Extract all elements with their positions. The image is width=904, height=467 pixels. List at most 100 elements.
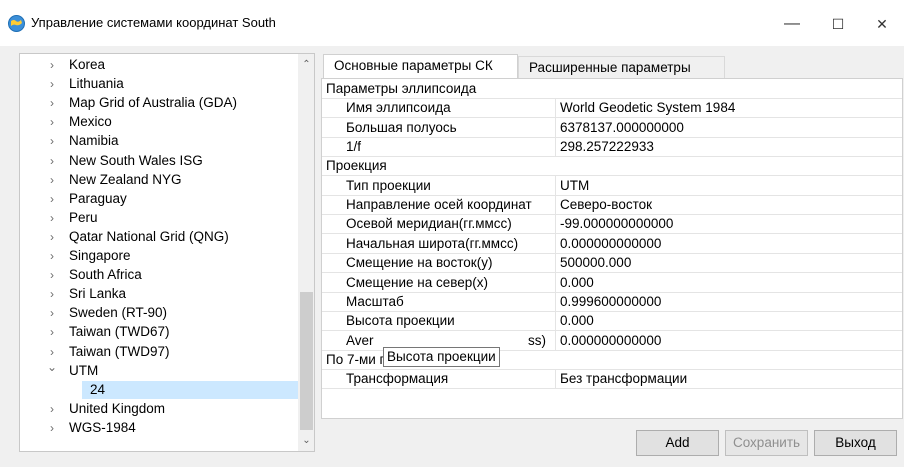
property-row[interactable]: Высота проекции 0.000	[322, 311, 902, 332]
property-row[interactable]: Трансформация Без трансформации	[322, 369, 902, 390]
tree-scrollbar[interactable]: ⌃ ⌄	[298, 54, 314, 451]
property-name: Имя эллипсоида	[346, 100, 451, 116]
tree-item-label: Sweden (RT-90)	[69, 305, 168, 321]
tree-item-label: Taiwan (TWD67)	[69, 324, 170, 340]
chevron-right-icon[interactable]: ›	[46, 209, 58, 227]
property-value[interactable]: Северо-восток	[555, 195, 652, 215]
maximize-button[interactable]: ☐	[818, 10, 858, 38]
property-value[interactable]: 0.000	[555, 272, 594, 292]
property-value[interactable]: 0.000	[555, 311, 594, 331]
chevron-right-icon[interactable]: ›	[46, 56, 58, 74]
tree-item[interactable]: › WGS-1984	[20, 419, 298, 437]
chevron-right-icon[interactable]: ›	[46, 228, 58, 246]
tree-item-label: UTM	[69, 362, 99, 378]
property-row[interactable]: Большая полуось 6378137.000000000	[322, 117, 902, 138]
tree-item[interactable]: › Singapore	[20, 247, 298, 265]
property-grid: Параметры эллипсоида Имя эллипсоида World …	[321, 78, 903, 419]
tree-item-label: Sri Lanka	[69, 286, 127, 302]
window-client-area: › Korea › Lithuania › Map Grid of Australia (…	[0, 46, 904, 467]
tree-item-label: New Zealand NYG	[69, 171, 182, 187]
coordinate-system-tree[interactable]: › Korea › Lithuania › Map Grid of Australia (…	[19, 53, 315, 452]
property-value[interactable]: 500000.000	[555, 253, 631, 273]
property-name: Большая полуось	[346, 119, 457, 135]
scroll-thumb[interactable]	[300, 292, 313, 430]
tree-item[interactable]: › Mexico	[20, 113, 298, 131]
tree-item[interactable]: › Paraguay	[20, 190, 298, 208]
tab-basic-params[interactable]: Основные параметры СК	[323, 54, 518, 78]
property-value[interactable]: 0.000000000000	[555, 233, 661, 253]
tree-item[interactable]: › Sweden (RT-90)	[20, 304, 298, 322]
property-value[interactable]: 0.999600000000	[555, 291, 661, 311]
tree-item[interactable]: › Taiwan (TWD67)	[20, 323, 298, 341]
property-row[interactable]: Смещение на восток(у) 500000.000	[322, 253, 902, 274]
tree-item-label: Namibia	[69, 133, 119, 149]
property-row[interactable]: Имя эллипсоида World Geodetic System 1984	[322, 98, 902, 119]
tree-item-label: United Kingdom	[69, 400, 166, 416]
tree-item[interactable]: › Lithuania	[20, 75, 298, 93]
tree-item[interactable]: › Qatar National Grid (QNG)	[20, 228, 298, 246]
property-value[interactable]: UTM	[555, 175, 589, 195]
chevron-right-icon[interactable]: ›	[46, 152, 58, 170]
tree-item[interactable]: ⌄ UTM	[20, 360, 298, 380]
chevron-down-icon[interactable]: ⌄	[46, 358, 58, 376]
add-button[interactable]: Add	[636, 430, 719, 456]
property-value[interactable]: -99.000000000000	[555, 214, 673, 234]
property-row[interactable]: Осевой меридиан(гг.ммсс) -99.000000000000	[322, 214, 902, 235]
close-button[interactable]: ✕	[862, 10, 902, 38]
chevron-right-icon[interactable]: ›	[46, 132, 58, 150]
save-button[interactable]: Сохранить	[725, 430, 808, 456]
scroll-up-icon[interactable]: ⌃	[298, 56, 314, 73]
chevron-right-icon[interactable]: ›	[46, 190, 58, 208]
tree-item-label: 24	[90, 381, 106, 397]
tree-item-label: Qatar National Grid (QNG)	[69, 228, 229, 244]
tree-item-label: Peru	[69, 209, 98, 225]
tree-item[interactable]: › New South Wales ISG	[20, 152, 298, 170]
property-name: Высота проекции	[346, 313, 455, 329]
property-name: Aver	[346, 332, 374, 348]
chevron-right-icon[interactable]: ›	[46, 323, 58, 341]
scroll-down-icon[interactable]: ⌄	[298, 432, 314, 449]
property-row[interactable]: Начальная широта(гг.ммсс) 0.000000000000	[322, 233, 902, 254]
property-value[interactable]: Без трансформации	[555, 369, 687, 389]
property-value[interactable]: 0.000000000000	[555, 330, 661, 350]
property-value[interactable]: 6378137.000000000	[555, 117, 684, 137]
property-value[interactable]: World Geodetic System 1984	[555, 98, 735, 118]
tab-advanced-params[interactable]: Расширенные параметры	[518, 56, 725, 78]
category-label: Параметры эллипсоида	[326, 81, 477, 96]
chevron-right-icon[interactable]: ›	[46, 75, 58, 93]
tree-item-label: Paraguay	[69, 190, 127, 206]
chevron-right-icon[interactable]: ›	[46, 247, 58, 265]
tree-item[interactable]: › Sri Lanka	[20, 285, 298, 303]
tree-item[interactable]: › Korea	[20, 56, 298, 74]
tree-item[interactable]: › New Zealand NYG	[20, 171, 298, 189]
chevron-right-icon[interactable]: ›	[46, 400, 58, 418]
chevron-right-icon[interactable]: ›	[46, 419, 58, 437]
tree-item[interactable]: › Namibia	[20, 132, 298, 150]
exit-button[interactable]: Выход	[814, 430, 897, 456]
chevron-right-icon[interactable]: ›	[46, 266, 58, 284]
property-name: Осевой меридиан(гг.ммсс)	[346, 216, 512, 232]
tree-item[interactable]: 24	[20, 380, 314, 399]
tree-item[interactable]: › Map Grid of Australia (GDA)	[20, 94, 298, 112]
tree-item-label: Singapore	[69, 248, 131, 263]
property-row[interactable]: 1/f 298.257222933	[322, 137, 902, 158]
property-row[interactable]: Направление осей координат Северо-восток	[322, 195, 902, 216]
tree-item[interactable]: › Peru	[20, 209, 298, 227]
property-value[interactable]: 298.257222933	[555, 137, 654, 157]
chevron-right-icon[interactable]: ›	[46, 171, 58, 189]
property-category[interactable]: Параметры эллипсоида	[322, 79, 902, 99]
property-category[interactable]: Проекция	[322, 156, 902, 177]
tree-item[interactable]: › Taiwan (TWD97)	[20, 343, 298, 361]
property-row[interactable]: Масштаб 0.999600000000	[322, 291, 902, 312]
chevron-right-icon[interactable]: ›	[46, 113, 58, 131]
property-row[interactable]: Тип проекции UTM	[322, 175, 902, 196]
chevron-right-icon[interactable]: ›	[46, 94, 58, 112]
tree-item[interactable]: › South Africa	[20, 266, 298, 284]
chevron-right-icon[interactable]: ›	[46, 285, 58, 303]
tree-item[interactable]: › United Kingdom	[20, 400, 298, 418]
property-row[interactable]: Смещение на север(х) 0.000	[322, 272, 902, 293]
minimize-button[interactable]: —	[772, 10, 812, 38]
property-name: Тип проекции	[346, 177, 431, 193]
tree-item-label: Lithuania	[69, 76, 124, 92]
chevron-right-icon[interactable]: ›	[46, 304, 58, 322]
